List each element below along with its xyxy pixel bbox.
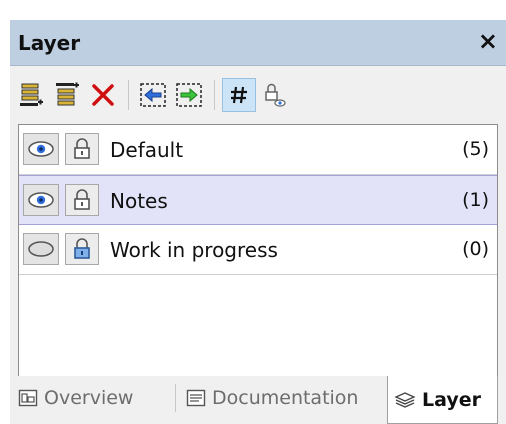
- documentation-icon: [186, 388, 206, 408]
- layer-toolbar: [10, 66, 506, 126]
- add-layer-below-button[interactable]: [14, 78, 48, 112]
- toolbar-separator: [214, 80, 215, 110]
- layer-object-count: (1): [462, 189, 489, 211]
- lock-visibility-button[interactable]: [258, 78, 292, 112]
- layer-count-toggle-button[interactable]: [222, 78, 256, 112]
- layer-name: Default: [110, 138, 184, 162]
- visibility-toggle[interactable]: [23, 233, 59, 265]
- lock-toggle[interactable]: [65, 233, 99, 265]
- layer-list: Default (5) Notes (1) Work in progress (…: [18, 124, 498, 394]
- close-button[interactable]: ×: [478, 27, 498, 55]
- move-to-layer-right-icon: [176, 83, 202, 107]
- tab-layer[interactable]: Layer: [387, 376, 498, 424]
- layer-row-work-in-progress[interactable]: Work in progress (0): [19, 225, 497, 275]
- layer-row-notes[interactable]: Notes (1): [19, 175, 497, 225]
- move-to-layer-left-button[interactable]: [136, 78, 170, 112]
- delete-layer-button[interactable]: [86, 78, 120, 112]
- visibility-toggle[interactable]: [23, 184, 59, 216]
- tab-label: Overview: [44, 387, 134, 409]
- toolbar-separator: [128, 80, 129, 110]
- lock-visibility-icon: [265, 83, 286, 107]
- eye-closed-icon: [28, 241, 54, 257]
- eye-icon: [28, 141, 54, 157]
- panel-titlebar: Layer ×: [10, 20, 506, 66]
- eye-icon: [28, 192, 54, 208]
- layer-stack-icon: [394, 390, 416, 410]
- lock-toggle[interactable]: [65, 133, 99, 165]
- layer-row-default[interactable]: Default (5): [19, 125, 497, 175]
- move-to-layer-left-icon: [140, 83, 166, 107]
- tab-label: Documentation: [212, 387, 359, 409]
- locked-icon: [74, 238, 90, 259]
- tab-separator: [175, 384, 176, 412]
- layer-panel: Layer × Default (5) Notes (1) Work in pr…: [10, 20, 506, 424]
- layer-name: Notes: [110, 189, 168, 213]
- panel-tabbar: Overview Documentation Layer: [10, 376, 506, 424]
- add-layer-above-button[interactable]: [50, 78, 84, 112]
- layer-object-count: (0): [462, 238, 489, 260]
- add-layer-above-icon: [56, 82, 79, 106]
- visibility-toggle[interactable]: [23, 133, 59, 165]
- tab-documentation[interactable]: Documentation: [186, 376, 358, 420]
- layer-object-count: (5): [462, 138, 489, 160]
- delete-layer-icon: [92, 84, 114, 106]
- tab-label: Layer: [422, 388, 481, 411]
- unlocked-icon: [74, 138, 90, 159]
- tab-overview[interactable]: Overview: [18, 376, 133, 420]
- unlocked-icon: [74, 189, 90, 210]
- panel-title: Layer: [18, 31, 81, 55]
- lock-toggle[interactable]: [65, 184, 99, 216]
- layer-name: Work in progress: [110, 238, 278, 262]
- overview-icon: [18, 388, 38, 408]
- layer-count-toggle-icon: [231, 86, 247, 104]
- add-layer-below-icon: [20, 83, 43, 106]
- move-to-layer-right-button[interactable]: [172, 78, 206, 112]
